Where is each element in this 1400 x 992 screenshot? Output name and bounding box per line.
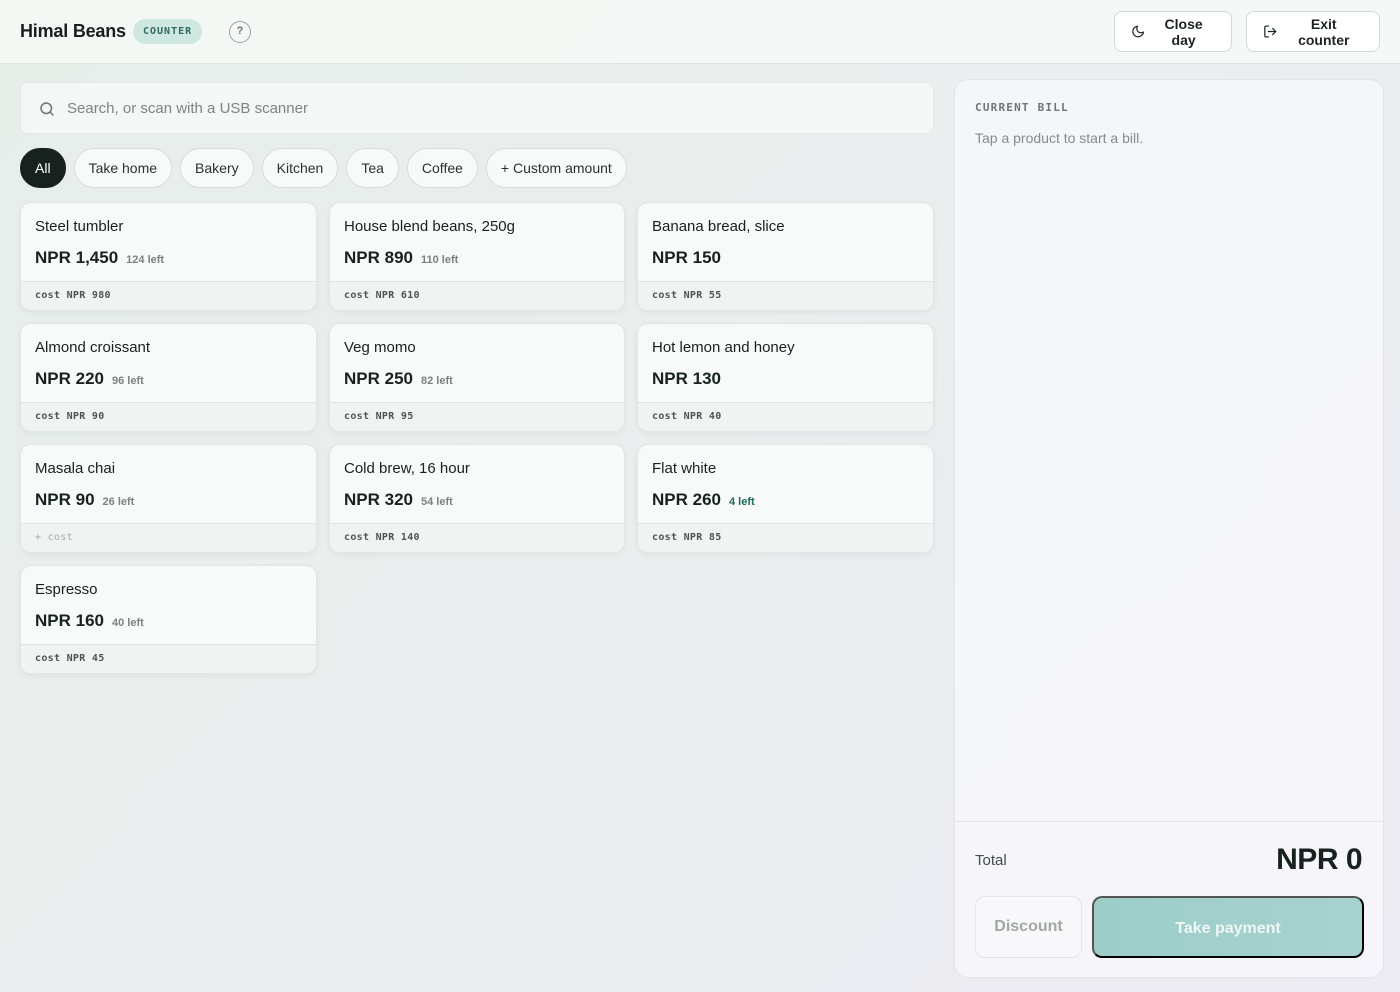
product-cost: cost NPR 55	[638, 281, 933, 310]
search-input[interactable]	[67, 83, 917, 133]
product-price-row: NPR 320 54 left	[344, 490, 453, 510]
filter-chip[interactable]: Take home	[73, 148, 173, 188]
product-cost: cost NPR 610	[330, 281, 624, 310]
product-name: Flat white	[652, 460, 717, 477]
product-price: NPR 90	[35, 490, 95, 509]
product-cost: cost NPR 85	[638, 523, 933, 552]
product-name: Hot lemon and honey	[652, 339, 795, 356]
product-price: NPR 160	[35, 611, 104, 630]
stock-count: 110 left	[420, 254, 459, 266]
filter-chip[interactable]: Kitchen	[261, 148, 339, 188]
product-price: NPR 890	[344, 248, 413, 267]
product-price: NPR 1,450	[35, 248, 119, 267]
product-price-row: NPR 260 4 left	[652, 490, 755, 510]
product-name: Veg momo	[344, 339, 416, 356]
product-cost: cost NPR 980	[21, 281, 316, 310]
search-box	[20, 82, 934, 134]
product-card[interactable]: Flat white NPR 260 4 left cost NPR 85	[637, 444, 934, 553]
product-price-row: NPR 160 40 left	[35, 611, 144, 631]
product-card[interactable]: Espresso NPR 160 40 left cost NPR 45	[20, 565, 317, 674]
exit-counter-label: Exit counter	[1298, 15, 1350, 48]
product-name: Almond croissant	[35, 339, 151, 356]
product-price: NPR 250	[344, 369, 413, 388]
product-name: Cold brew, 16 hour	[344, 460, 470, 477]
product-price: NPR 130	[652, 369, 721, 388]
product-name: Espresso	[35, 581, 98, 598]
total-label: Total	[975, 852, 1007, 869]
product-price: NPR 260	[652, 490, 721, 509]
stock-count: 26 left	[102, 496, 135, 508]
search-icon	[40, 102, 54, 116]
take-payment-button[interactable]: Take payment	[1092, 896, 1364, 958]
top-bar: Himal Beans COUNTER ? Close day Exit cou…	[0, 0, 1400, 64]
product-name: Steel tumbler	[35, 218, 124, 235]
product-price: NPR 220	[35, 369, 104, 388]
product-price-row: NPR 220 96 left	[35, 369, 144, 389]
product-card[interactable]: Steel tumbler NPR 1,450 124 left cost NPR 9…	[20, 202, 317, 311]
product-price-row: NPR 890 110 left	[344, 248, 458, 268]
stock-count: 124 left	[126, 254, 165, 266]
close-day-button[interactable]: Close day	[1114, 11, 1232, 52]
filter-chip[interactable]: Tea	[346, 148, 399, 188]
close-day-label: Close day	[1164, 15, 1203, 48]
product-name: Banana bread, slice	[652, 218, 785, 235]
product-grid: Steel tumbler NPR 1,450 124 left cost NPR 9…	[20, 202, 934, 674]
product-price-row: NPR 90 26 left	[35, 490, 134, 510]
category-filters: All Take home Bakery Kitchen Tea Coffee + Cust…	[20, 148, 627, 188]
current-bill-panel: CURRENT BILL Tap a product to start a bi…	[954, 79, 1384, 978]
product-card[interactable]: Cold brew, 16 hour NPR 320 54 left cost NPR…	[329, 444, 625, 553]
bill-divider	[955, 821, 1383, 822]
product-name: Masala chai	[35, 460, 116, 477]
product-cost: cost NPR 40	[638, 402, 933, 431]
bill-title: CURRENT BILL	[975, 101, 1069, 114]
product-cost[interactable]: + cost	[21, 523, 316, 552]
product-cost: cost NPR 90	[21, 402, 316, 431]
filter-chip[interactable]: All	[20, 148, 66, 188]
total-value: NPR 0	[1276, 843, 1362, 876]
product-card[interactable]: Hot lemon and honey NPR 130 cost NPR 40	[637, 323, 934, 432]
stock-count: 4 left	[728, 496, 755, 508]
product-card[interactable]: Masala chai NPR 90 26 left + cost	[20, 444, 317, 553]
filter-chip[interactable]: + Custom amount	[485, 148, 627, 188]
stock-count: 96 left	[111, 375, 144, 387]
help-button[interactable]: ?	[229, 21, 251, 43]
product-cost: cost NPR 95	[330, 402, 624, 431]
brand-name: Himal Beans	[20, 21, 126, 41]
product-price: NPR 150	[652, 248, 721, 267]
product-price: NPR 320	[344, 490, 413, 509]
product-price-row: NPR 130	[652, 369, 721, 389]
stock-count: 82 left	[420, 375, 453, 387]
product-price-row: NPR 250 82 left	[344, 369, 453, 389]
product-card[interactable]: House blend beans, 250g NPR 890 110 left co…	[329, 202, 625, 311]
discount-button[interactable]: Discount	[975, 896, 1082, 958]
product-price-row: NPR 1,450 124 left	[35, 248, 164, 268]
product-price-row: NPR 150	[652, 248, 721, 268]
stock-count: 54 left	[420, 496, 453, 508]
filter-chip[interactable]: Coffee	[406, 148, 478, 188]
product-card[interactable]: Veg momo NPR 250 82 left cost NPR 95	[329, 323, 625, 432]
exit-counter-button[interactable]: Exit counter	[1246, 11, 1380, 52]
product-cost: cost NPR 140	[330, 523, 624, 552]
bill-empty-message: Tap a product to start a bill.	[975, 130, 1144, 146]
stock-count: 40 left	[111, 617, 144, 629]
exit-icon	[1264, 25, 1277, 38]
product-card[interactable]: Almond croissant NPR 220 96 left cost NPR 9…	[20, 323, 317, 432]
product-name: House blend beans, 250g	[344, 218, 515, 235]
filter-chip[interactable]: Bakery	[180, 148, 254, 188]
product-cost: cost NPR 45	[21, 644, 316, 673]
mode-badge: COUNTER	[133, 19, 203, 44]
moon-icon	[1132, 25, 1145, 38]
product-card[interactable]: Banana bread, slice NPR 150 cost NPR 55	[637, 202, 934, 311]
